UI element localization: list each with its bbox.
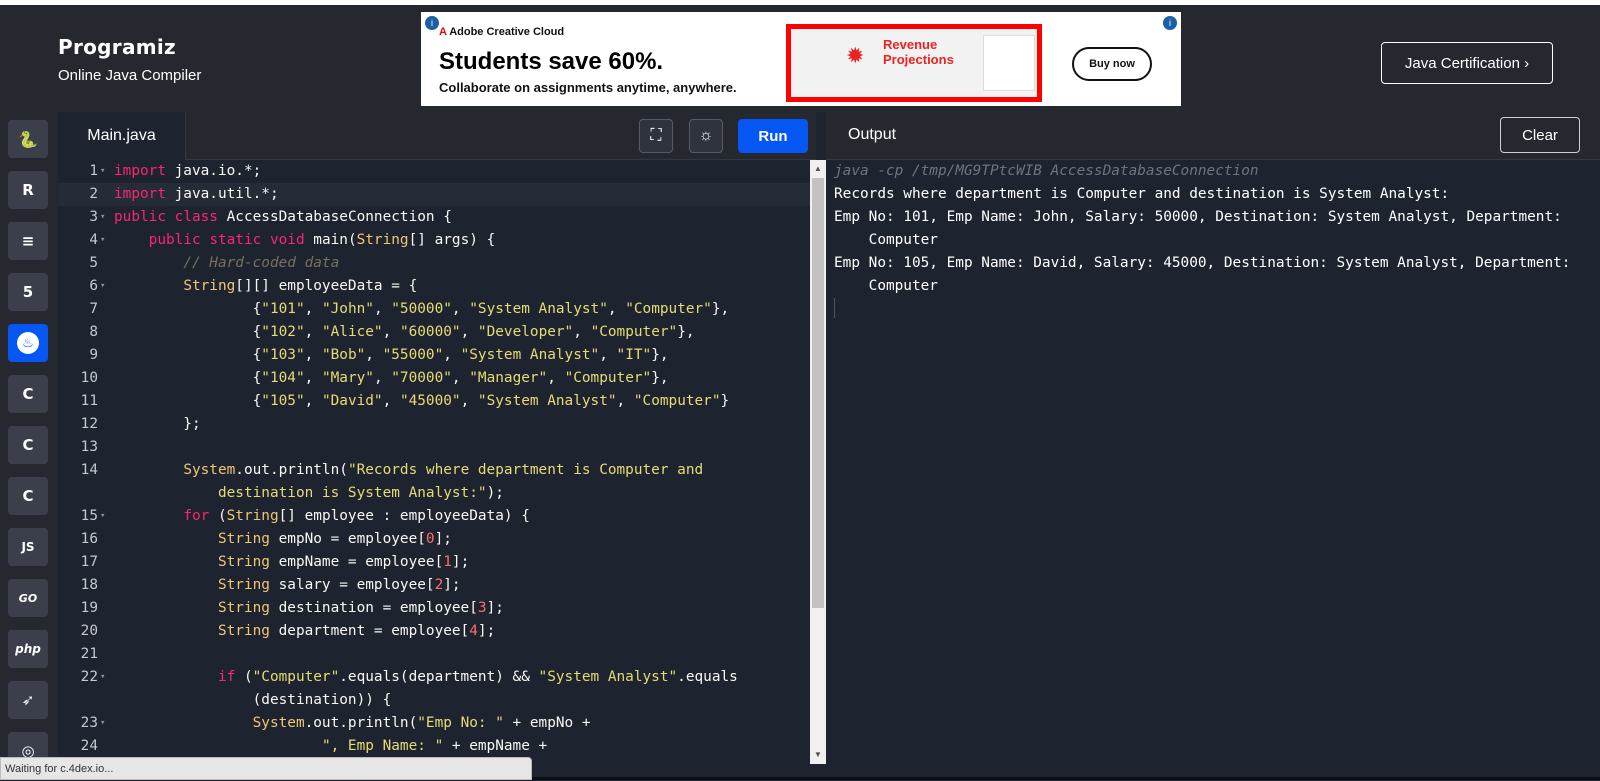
sidebar-item-python[interactable]: 🐍 (8, 120, 48, 158)
ad-buy-now-button[interactable]: Buy now (1072, 47, 1152, 81)
sidebar-item-html[interactable]: 5 (8, 273, 48, 311)
ad-brand: A Adobe Creative Cloud (439, 26, 565, 38)
sun-icon: ✹ (846, 43, 865, 68)
brand[interactable]: Programiz Online Java Compiler (58, 35, 201, 84)
scrollbar-thumb[interactable] (812, 178, 824, 608)
javascript-icon: JS (21, 540, 35, 554)
sidebar-item-c[interactable]: C (8, 375, 48, 413)
advertisement-banner[interactable]: i i A Adobe Creative Cloud Students save… (421, 12, 1181, 106)
sidebar-item-sql[interactable]: ≡ (8, 222, 48, 260)
java-icon: ♨ (17, 332, 39, 354)
page-subtitle: Online Java Compiler (58, 67, 202, 84)
editor-scrollbar[interactable]: ▲ ▼ (810, 160, 826, 764)
csharp-icon: C (22, 487, 34, 505)
ad-close-icon[interactable]: i (1163, 16, 1177, 30)
top-bar: Programiz Online Java Compiler i i A Ado… (0, 0, 1600, 112)
output-title: Output (848, 126, 897, 143)
theme-toggle-button[interactable]: ☼ (689, 119, 723, 153)
output-line: Computer (834, 278, 938, 294)
html5-icon: 5 (22, 283, 34, 301)
ad-headline: Students save 60%. (439, 48, 664, 75)
ad-image-card (983, 35, 1035, 91)
clear-button[interactable]: Clear (1500, 117, 1580, 153)
fullscreen-icon: ⛶ (650, 127, 662, 144)
output-line: Emp No: 101, Emp Name: John, Salary: 500… (834, 209, 1562, 225)
r-icon: R (22, 181, 34, 199)
output-cursor (834, 298, 835, 318)
fullscreen-button[interactable]: ⛶ (639, 119, 673, 153)
tab-main-java[interactable]: Main.java (58, 112, 186, 160)
ad-image[interactable]: ✹ Revenue Projections (786, 24, 1042, 102)
language-sidebar: 🐍 R ≡ 5 ♨ C C C JS GO php ➶ ◎ (0, 112, 58, 780)
sidebar-item-cpp[interactable]: C (8, 426, 48, 464)
output-line: Emp No: 105, Emp Name: David, Salary: 45… (834, 255, 1571, 271)
output-command-line: java -cp /tmp/MG9TPtcWIB AccessDatabaseC… (834, 163, 1259, 179)
status-bar: Waiting for c.4dex.io... (0, 757, 532, 780)
java-certification-button[interactable]: Java Certification › (1381, 42, 1553, 84)
scroll-down-icon[interactable]: ▼ (814, 750, 822, 759)
scroll-up-icon[interactable]: ▲ (814, 164, 822, 173)
sidebar-item-r[interactable]: R (8, 171, 48, 209)
sidebar-item-php[interactable]: php (8, 630, 48, 668)
sidebar-item-java[interactable]: ♨ (8, 324, 48, 362)
run-button[interactable]: Run (738, 119, 808, 153)
sidebar-item-go[interactable]: GO (8, 579, 48, 617)
cpp-icon: C (22, 436, 34, 454)
go-icon: GO (18, 591, 38, 605)
swift-icon: ➶ (21, 691, 35, 709)
sidebar-item-swift[interactable]: ➶ (8, 681, 48, 719)
output-line: Computer (834, 232, 938, 248)
sun-icon: ☼ (698, 127, 714, 144)
sidebar-item-js[interactable]: JS (8, 528, 48, 566)
editor-toolbar: Main.java ⛶ ☼ Run (58, 112, 816, 160)
code-editor[interactable]: 1 ▾ import java.io.*; 2 import java.util.*;… (58, 160, 810, 764)
php-icon: php (15, 642, 41, 656)
output-panel[interactable]: java -cp /tmp/MG9TPtcWIB AccessDatabaseC… (826, 160, 1600, 780)
ad-image-title: Revenue Projections (883, 37, 954, 67)
programiz-logo[interactable]: Programiz (58, 35, 201, 59)
database-icon: ≡ (21, 232, 35, 250)
ad-choices-icon[interactable]: i (425, 16, 439, 30)
ad-tagline: Collaborate on assignments anytime, anyw… (439, 80, 737, 95)
c-icon: C (22, 385, 34, 403)
output-header: Output Clear (826, 112, 1600, 160)
sidebar-item-csharp[interactable]: C (8, 477, 48, 515)
output-line: Records where department is Computer and… (834, 186, 1450, 202)
python-icon: 🐍 (18, 129, 38, 149)
